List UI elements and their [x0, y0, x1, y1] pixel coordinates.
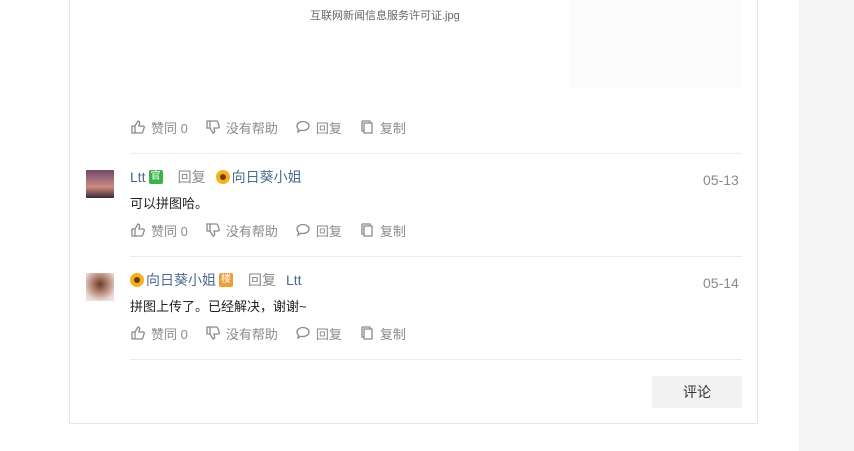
thumbs-up-icon	[131, 326, 145, 340]
speech-bubble-icon	[296, 326, 310, 340]
like-button[interactable]: 赞同 0	[131, 118, 188, 137]
thumbs-down-icon	[206, 120, 220, 134]
comment-meta: Ltt 官 回复 向日葵小姐	[130, 168, 302, 186]
comment-actions: 赞同 0 没有帮助 回复 复制	[131, 324, 424, 342]
comment-date: 05-14	[703, 275, 739, 291]
reply-label: 回复	[315, 223, 342, 239]
official-badge: 官	[148, 170, 163, 184]
reply-target[interactable]: Ltt	[286, 272, 302, 288]
comment-text: 可以拼图哈。	[130, 196, 209, 211]
comment-actions: 赞同 0 没有帮助 回复 复制	[131, 221, 424, 239]
like-button[interactable]: 赞同 0	[131, 221, 188, 240]
divider	[130, 256, 742, 257]
copy-button[interactable]: 复制	[360, 118, 406, 137]
unhelpful-label: 没有帮助	[225, 120, 278, 136]
op-badge: 楼	[219, 273, 233, 287]
unhelpful-button[interactable]: 没有帮助	[206, 324, 278, 343]
speech-bubble-icon	[296, 120, 310, 134]
copy-label: 复制	[379, 120, 406, 136]
attachment-caption: 互联网新闻信息服务许可证.jpg	[310, 10, 460, 22]
unhelpful-label: 没有帮助	[225, 326, 278, 342]
like-label: 赞同 0	[151, 223, 188, 239]
copy-button[interactable]: 复制	[360, 324, 406, 343]
copy-label: 复制	[379, 326, 406, 342]
speech-bubble-icon	[296, 223, 310, 237]
thumbs-down-icon	[206, 223, 220, 237]
avatar[interactable]	[86, 170, 114, 198]
comment-date: 05-13	[703, 172, 739, 188]
image-placeholder	[569, 0, 741, 88]
divider	[130, 359, 742, 360]
thumbs-up-icon	[131, 223, 145, 237]
reply-to-label: 回复	[248, 272, 276, 288]
like-label: 赞同 0	[151, 326, 188, 342]
unhelpful-label: 没有帮助	[225, 223, 278, 239]
reply-to-label: 回复	[177, 169, 206, 185]
comment-author[interactable]: Ltt	[130, 169, 146, 185]
like-button[interactable]: 赞同 0	[131, 324, 188, 343]
reply-button[interactable]: 回复	[296, 324, 342, 343]
post-actions: 赞同 0 没有帮助 回复 复制	[131, 118, 424, 136]
copy-label: 复制	[379, 223, 406, 239]
copy-icon	[361, 223, 373, 237]
like-label: 赞同 0	[151, 120, 188, 136]
reply-button[interactable]: 回复	[296, 118, 342, 137]
right-gutter	[799, 0, 854, 451]
unhelpful-button[interactable]: 没有帮助	[206, 221, 278, 240]
thumbs-up-icon	[131, 120, 145, 134]
comment-text: 拼图上传了。已经解决，谢谢~	[130, 299, 307, 314]
unhelpful-button[interactable]: 没有帮助	[206, 118, 278, 137]
comment-button[interactable]: 评论	[652, 376, 742, 408]
reply-target[interactable]: 向日葵小姐	[232, 167, 302, 187]
reply-label: 回复	[315, 326, 342, 342]
comment-meta: 向日葵小姐 楼 回复 Ltt	[130, 271, 302, 289]
copy-icon	[361, 120, 373, 134]
thumbs-down-icon	[206, 326, 220, 340]
divider	[130, 153, 742, 154]
sunflower-icon	[215, 170, 230, 184]
avatar[interactable]	[86, 273, 114, 301]
reply-label: 回复	[315, 120, 342, 136]
comment-author[interactable]: 向日葵小姐	[146, 270, 216, 290]
sunflower-icon	[130, 273, 144, 287]
copy-button[interactable]: 复制	[360, 221, 406, 240]
copy-icon	[361, 326, 373, 340]
reply-button[interactable]: 回复	[296, 221, 342, 240]
